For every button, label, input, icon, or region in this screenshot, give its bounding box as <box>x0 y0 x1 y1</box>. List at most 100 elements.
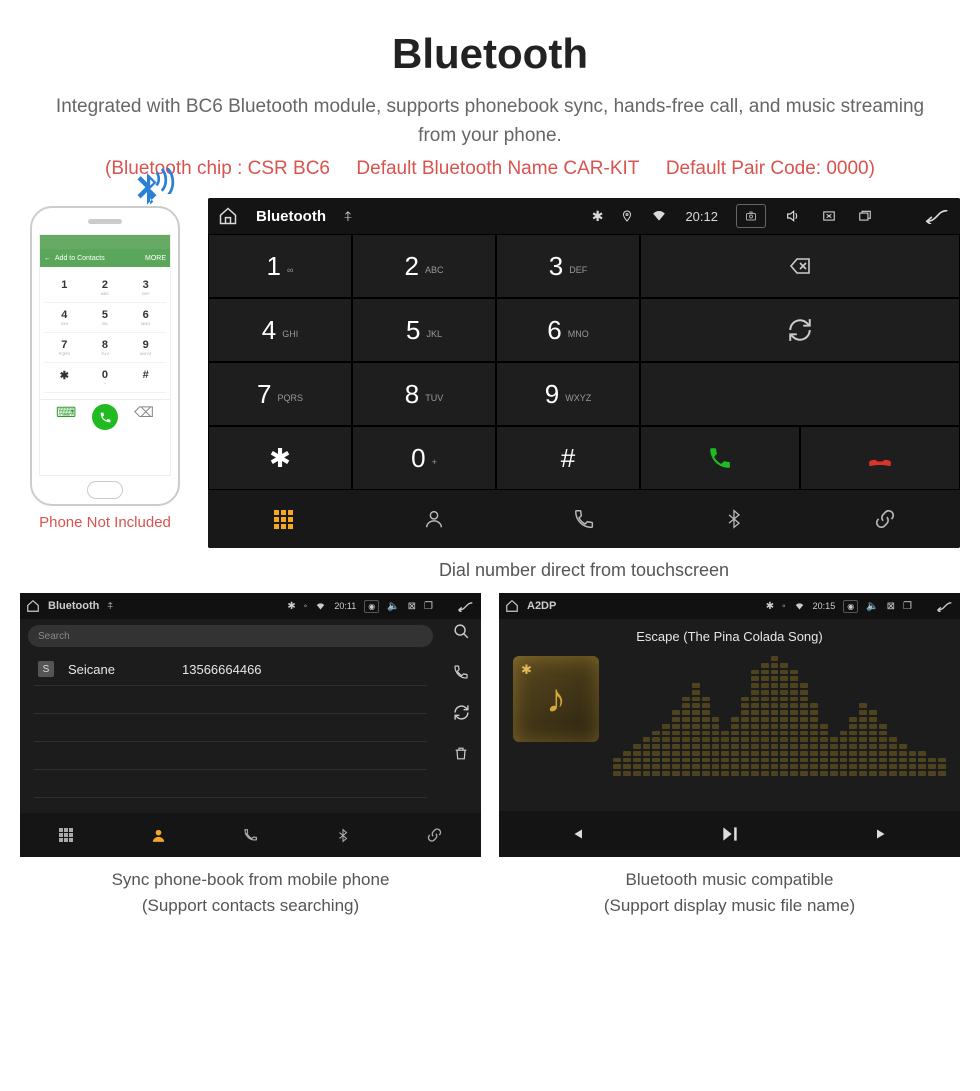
key-2[interactable]: 2ABC <box>352 234 496 298</box>
wifi-icon <box>651 209 667 223</box>
contact-row[interactable]: S Seicane 13566664466 <box>34 653 427 686</box>
volume-icon[interactable]: 🔈 <box>387 601 399 612</box>
tab-pair[interactable] <box>389 813 481 857</box>
close-screen-icon[interactable]: ⊠ <box>408 601 416 612</box>
tab-contacts[interactable] <box>112 813 204 857</box>
phone-key-0: 0+ <box>85 363 126 393</box>
add-contacts-label: Add to Contacts <box>55 255 105 262</box>
tab-recent[interactable] <box>204 813 296 857</box>
status-bar-small: A2DP ✱◦ 20:15 ◉ 🔈 ⊠ ❐ <box>499 593 960 619</box>
spec-code: Default Pair Code: 0000) <box>666 158 875 179</box>
phone-key-3: 3DEF <box>125 273 166 303</box>
usb-icon: ⍏ <box>107 601 113 612</box>
back-icon[interactable] <box>455 601 475 612</box>
phone-key-4: 4GHI <box>44 303 85 333</box>
phone-key-1: 1 <box>44 273 85 303</box>
music-note-icon: ♪ <box>546 677 566 722</box>
music-controls <box>499 811 960 857</box>
page-title: Bluetooth <box>0 0 980 93</box>
contact-name: Seicane <box>68 662 168 677</box>
key-1[interactable]: 1∞ <box>208 234 352 298</box>
tab-pair[interactable] <box>810 490 960 548</box>
call-icon[interactable] <box>453 664 469 680</box>
key-7[interactable]: 7PQRS <box>208 362 352 426</box>
sync-icon[interactable] <box>453 704 470 721</box>
head-unit-dialer: Bluetooth ⍏ ✱ 20:12 1∞2ABC3DEF 4GHI5JKL6M… <box>208 198 960 548</box>
key-#[interactable]: # <box>496 426 640 490</box>
phone-disclaimer: Phone Not Included <box>20 514 190 531</box>
phone-key-8: 8TUV <box>85 333 126 363</box>
contact-number: 13566664466 <box>182 662 262 677</box>
key-✱[interactable]: ✱ <box>208 426 352 490</box>
volume-icon[interactable]: 🔈 <box>866 601 878 612</box>
key-6[interactable]: 6MNO <box>496 298 640 362</box>
dialer-caption: Dial number direct from touchscreen <box>208 548 960 593</box>
status-bar: Bluetooth ⍏ ✱ 20:12 <box>208 198 960 234</box>
key-9[interactable]: 9WXYZ <box>496 362 640 426</box>
recent-apps-icon[interactable]: ❐ <box>903 601 912 612</box>
bottom-tabs <box>208 490 960 548</box>
music-caption: Bluetooth music compatible(Support displ… <box>499 857 960 928</box>
phone-illustration: ← Add to Contacts MORE 12ABC3DEF4GHI5JKL… <box>20 198 190 531</box>
tab-bluetooth[interactable] <box>297 813 389 857</box>
call-button[interactable] <box>640 426 800 490</box>
spec-name: Default Bluetooth Name CAR-KIT <box>356 158 639 179</box>
key-3[interactable]: 3DEF <box>496 234 640 298</box>
head-unit-music: A2DP ✱◦ 20:15 ◉ 🔈 ⊠ ❐ Escape (The Pina C… <box>499 593 960 857</box>
screenshot-icon[interactable]: ◉ <box>843 600 858 613</box>
tab-keypad[interactable] <box>208 490 358 548</box>
signal-waves-icon <box>152 168 178 194</box>
home-icon[interactable] <box>218 206 238 226</box>
close-screen-icon[interactable]: ⊠ <box>887 601 895 612</box>
status-bar-small: Bluetooth ⍏ ✱◦ 20:11 ◉ 🔈 ⊠ ❐ <box>20 593 481 619</box>
app-title: Bluetooth <box>48 600 99 612</box>
contacts-caption: Sync phone-book from mobile phone(Suppor… <box>20 857 481 928</box>
tab-recent[interactable] <box>509 490 659 548</box>
recent-apps-icon[interactable]: ❐ <box>424 601 433 612</box>
spacer <box>640 362 960 426</box>
search-icon[interactable] <box>453 623 470 640</box>
recent-apps-icon[interactable] <box>856 209 874 223</box>
phone-key-7: 7PQRS <box>44 333 85 363</box>
key-0[interactable]: 0+ <box>352 426 496 490</box>
phone-key-2: 2ABC <box>85 273 126 303</box>
more-label: MORE <box>145 255 166 262</box>
end-call-button[interactable] <box>800 426 960 490</box>
bluetooth-icon: ✱ <box>521 662 532 678</box>
usb-icon: ⍏ <box>344 208 352 225</box>
phone-key-6: 6MNO <box>125 303 166 333</box>
close-screen-icon[interactable] <box>820 209 838 223</box>
clock: 20:11 <box>334 601 356 611</box>
screenshot-icon[interactable] <box>736 204 766 228</box>
home-icon[interactable] <box>26 599 40 613</box>
tab-bluetooth[interactable] <box>659 490 809 548</box>
visualizer <box>613 656 946 776</box>
phone-key-5: 5JKL <box>85 303 126 333</box>
prev-button[interactable] <box>499 811 653 857</box>
home-icon[interactable] <box>505 599 519 613</box>
redial-button[interactable] <box>640 298 960 362</box>
backspace-button[interactable] <box>640 234 960 298</box>
tab-contacts[interactable] <box>358 490 508 548</box>
album-art: ✱ ♪ <box>513 656 599 742</box>
back-icon[interactable] <box>922 208 950 224</box>
tab-keypad[interactable] <box>20 813 112 857</box>
play-pause-button[interactable] <box>653 811 807 857</box>
delete-icon[interactable] <box>453 745 469 762</box>
location-icon <box>621 209 633 223</box>
search-input[interactable]: Search <box>28 625 433 647</box>
clock: 20:12 <box>685 209 718 224</box>
phone-key-✱: ✱ <box>44 363 85 393</box>
key-8[interactable]: 8TUV <box>352 362 496 426</box>
key-5[interactable]: 5JKL <box>352 298 496 362</box>
contact-initial: S <box>38 661 54 677</box>
screenshot-icon[interactable]: ◉ <box>364 600 379 613</box>
phone-call-button <box>92 404 118 430</box>
back-icon[interactable] <box>934 601 954 612</box>
subtitle: Integrated with BC6 Bluetooth module, su… <box>0 93 980 150</box>
key-4[interactable]: 4GHI <box>208 298 352 362</box>
next-button[interactable] <box>806 811 960 857</box>
head-unit-contacts: Bluetooth ⍏ ✱◦ 20:11 ◉ 🔈 ⊠ ❐ Search <box>20 593 481 857</box>
phone-mockup: ← Add to Contacts MORE 12ABC3DEF4GHI5JKL… <box>30 206 180 506</box>
volume-icon[interactable] <box>784 208 802 224</box>
